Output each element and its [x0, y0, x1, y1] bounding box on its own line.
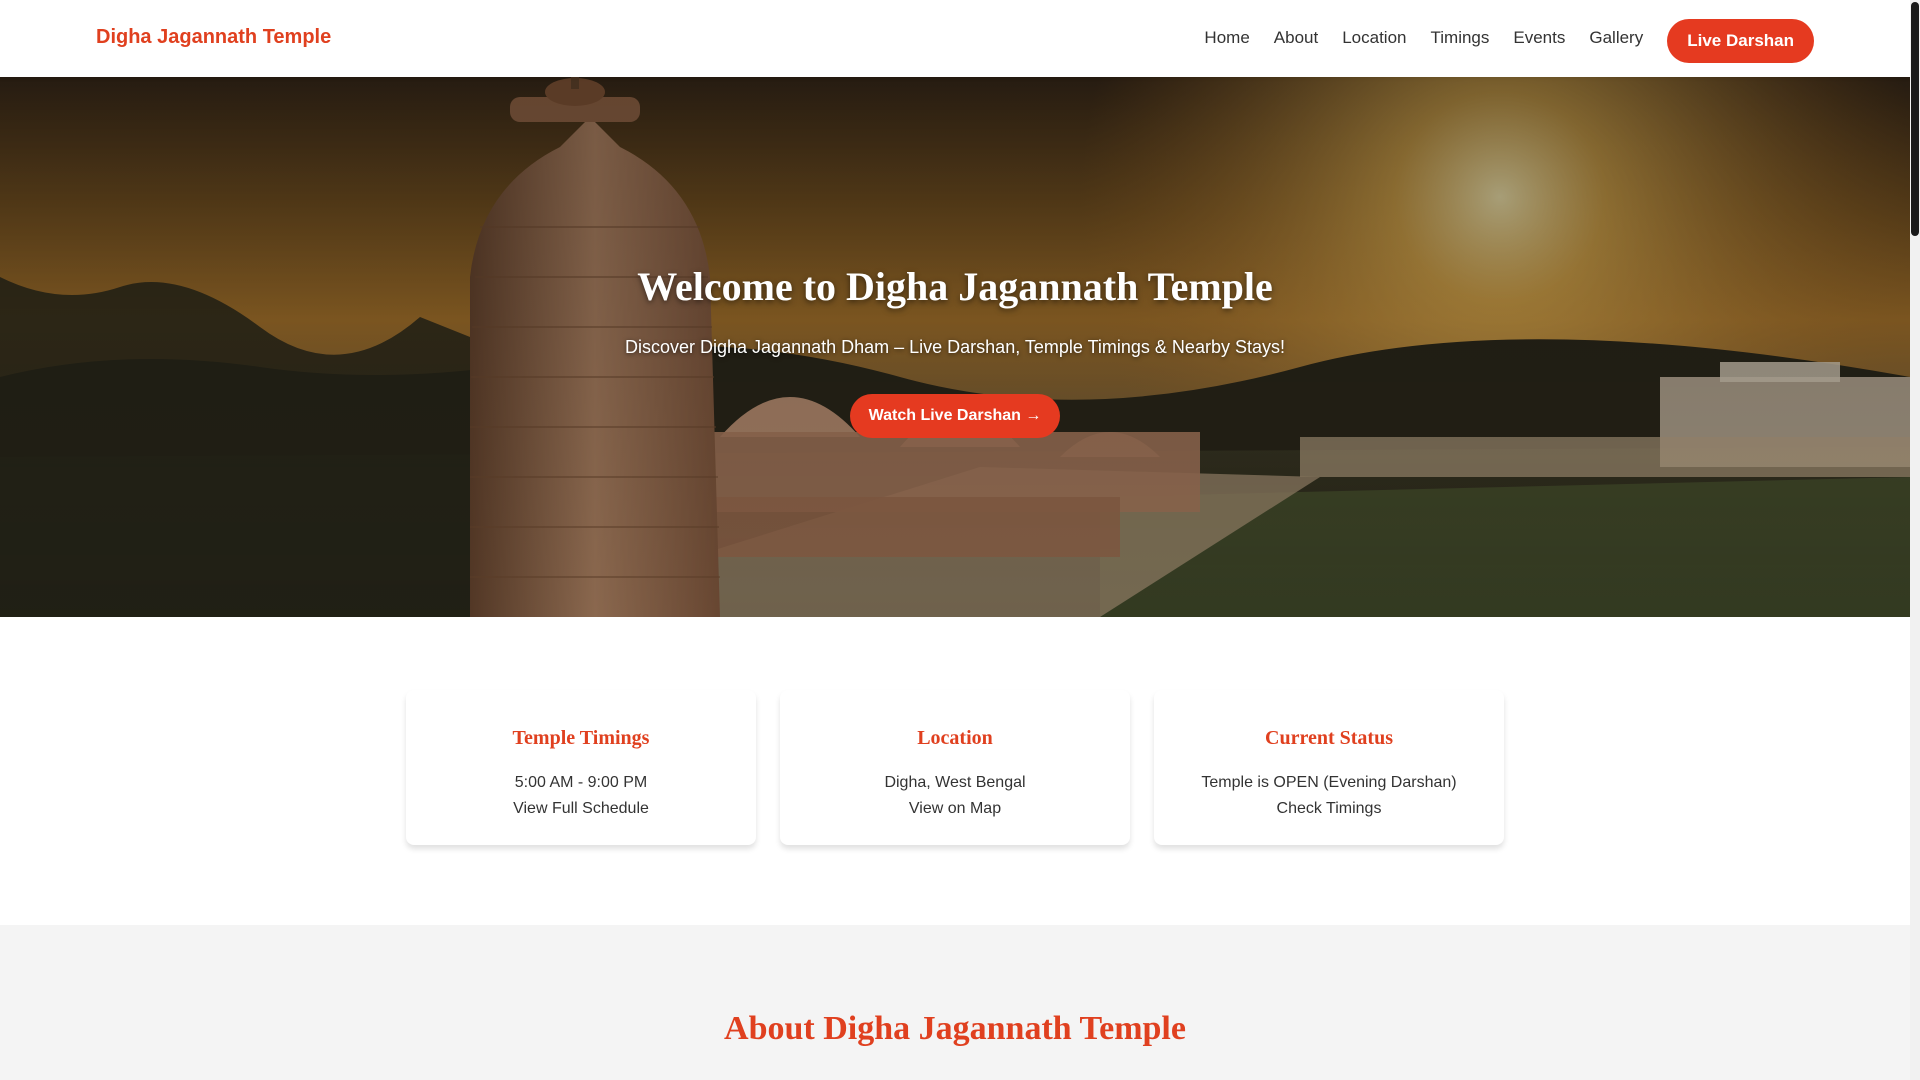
card-temple-timings: Temple Timings 5:00 AM - 9:00 PM View Fu… — [406, 690, 756, 845]
nav-link-location[interactable]: Location — [1342, 28, 1406, 48]
about-title: About Digha Jagannath Temple — [724, 1010, 1186, 1047]
hero-subtitle: Discover Digha Jagannath Dham – Live Dar… — [625, 337, 1285, 357]
site-header: Digha Jagannath Temple Home About Locati… — [0, 0, 1910, 77]
brand-logo-link[interactable]: Digha Jagannath Temple — [96, 26, 331, 49]
page: Digha Jagannath Temple Home About Locati… — [0, 0, 1910, 1080]
nav-link-home[interactable]: Home — [1204, 28, 1249, 48]
view-on-map-link[interactable]: View on Map — [780, 796, 1130, 822]
hero-title: Welcome to Digha Jagannath Temple — [637, 264, 1273, 309]
hero-section: Welcome to Digha Jagannath Temple Discov… — [0, 77, 1910, 617]
card-value: Temple is OPEN (Evening Darshan) — [1201, 774, 1457, 791]
nav-link-gallery[interactable]: Gallery — [1589, 28, 1643, 48]
card-location: Location Digha, West Bengal View on Map — [780, 690, 1130, 845]
card-value: 5:00 AM - 9:00 PM — [514, 774, 648, 791]
card-current-status: Current Status Temple is OPEN (Evening D… — [1154, 690, 1504, 845]
page-scrollbar[interactable] — [1910, 0, 1920, 1080]
live-darshan-button[interactable]: Live Darshan — [1667, 19, 1814, 63]
card-value: Digha, West Bengal — [884, 774, 1026, 791]
view-full-schedule-link[interactable]: View Full Schedule — [406, 796, 756, 822]
nav-link-about[interactable]: About — [1274, 28, 1318, 48]
card-title: Temple Timings — [512, 727, 650, 749]
watch-live-darshan-button[interactable]: Watch Live Darshan → — [850, 394, 1060, 438]
main-nav: Home About Location Timings Events Galle… — [1204, 19, 1814, 63]
card-title: Current Status — [1265, 727, 1393, 749]
nav-link-events[interactable]: Events — [1513, 28, 1565, 48]
card-title: Location — [917, 727, 993, 749]
check-timings-link[interactable]: Check Timings — [1154, 796, 1504, 822]
about-section: About Digha Jagannath Temple — [0, 925, 1910, 1080]
nav-link-timings[interactable]: Timings — [1431, 28, 1490, 48]
info-cards: Temple Timings 5:00 AM - 9:00 PM View Fu… — [406, 690, 1504, 845]
scrollbar-thumb[interactable] — [1911, 2, 1919, 236]
